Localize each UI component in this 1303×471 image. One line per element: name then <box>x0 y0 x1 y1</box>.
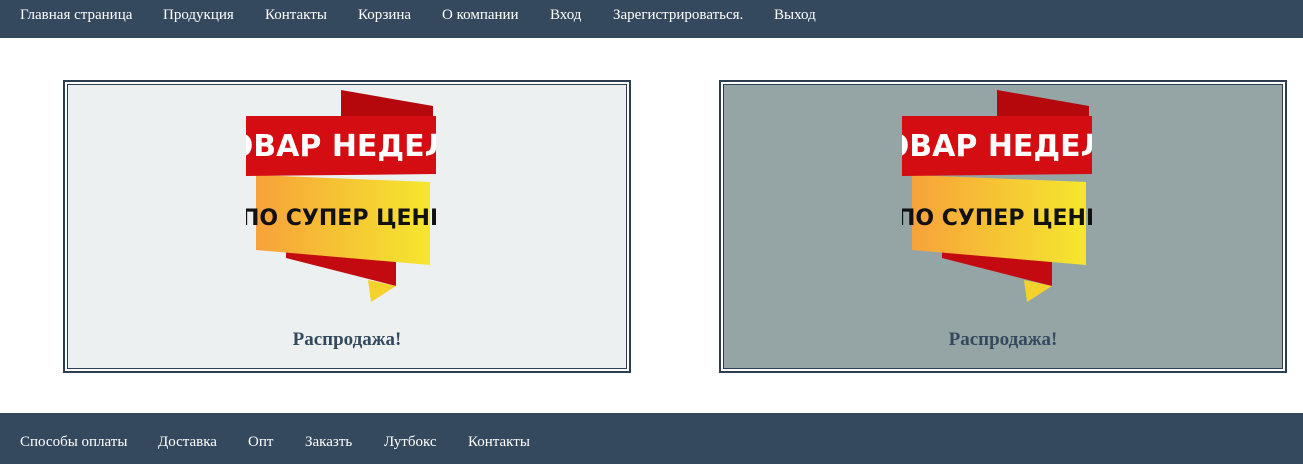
footer-link-payment-methods[interactable]: Способы оплаты <box>20 413 127 471</box>
nav-link-products[interactable]: Продукция <box>163 0 234 30</box>
banner-line1-text: ТОВАР НЕДЕЛИ <box>902 129 1092 164</box>
footer-link-wholesale[interactable]: Опт <box>248 413 273 471</box>
top-navigation: Главная страница Продукция Контакты Корз… <box>0 0 1303 38</box>
card-caption: Распродажа! <box>948 329 1058 350</box>
promo-card[interactable]: ТОВАР НЕДЕЛИ ПО СУПЕР ЦЕНЕ Распродажа! <box>63 80 631 373</box>
nav-link-register[interactable]: Зарегистрироваться. <box>613 0 743 30</box>
nav-link-cart[interactable]: Корзина <box>358 0 411 30</box>
footer-navigation: Способы оплаты Доставка Опт Заказть Лутб… <box>0 413 1303 464</box>
nav-link-logout[interactable]: Выход <box>774 0 816 30</box>
footer-link-delivery[interactable]: Доставка <box>158 413 217 471</box>
banner-line2-text: ПО СУПЕР ЦЕНЕ <box>902 206 1092 231</box>
footer-link-lootbox[interactable]: Лутбокс <box>384 413 437 471</box>
footer-link-contacts[interactable]: Контакты <box>468 413 530 471</box>
nav-link-home[interactable]: Главная страница <box>20 0 132 30</box>
banner-line2-text: ПО СУПЕР ЦЕНЕ <box>246 206 436 231</box>
promo-banner-image: ТОВАР НЕДЕЛИ ПО СУПЕР ЦЕНЕ <box>246 90 436 302</box>
promo-banner-image: ТОВАР НЕДЕЛИ ПО СУПЕР ЦЕНЕ <box>902 90 1092 302</box>
card-caption: Распродажа! <box>292 329 402 350</box>
nav-link-contacts[interactable]: Контакты <box>265 0 327 30</box>
promo-card-body: ТОВАР НЕДЕЛИ ПО СУПЕР ЦЕНЕ Распродажа! <box>67 84 627 369</box>
banner-line1-text: ТОВАР НЕДЕЛИ <box>246 129 436 164</box>
nav-link-about[interactable]: О компании <box>442 0 519 30</box>
footer-link-order[interactable]: Заказть <box>305 413 352 471</box>
promo-card-body: ТОВАР НЕДЕЛИ ПО СУПЕР ЦЕНЕ Распродажа! <box>723 84 1283 369</box>
nav-link-login[interactable]: Вход <box>550 0 581 30</box>
promo-card[interactable]: ТОВАР НЕДЕЛИ ПО СУПЕР ЦЕНЕ Распродажа! <box>719 80 1287 373</box>
